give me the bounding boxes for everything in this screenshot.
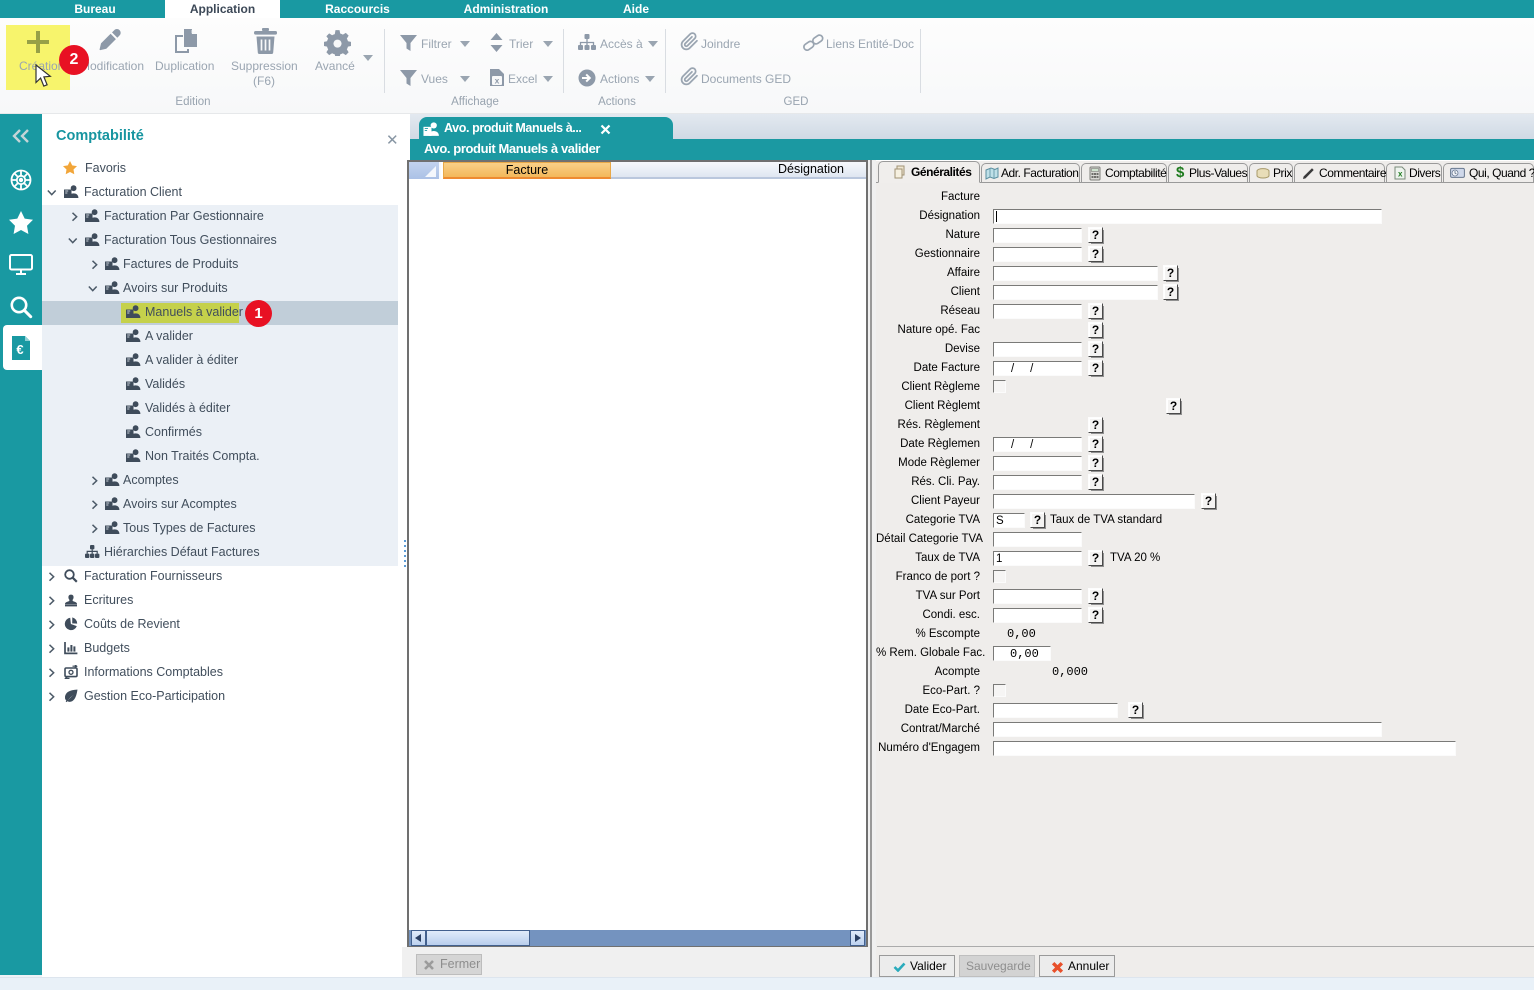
- svg-text:€: €: [16, 342, 23, 357]
- svg-text:x: x: [495, 76, 500, 86]
